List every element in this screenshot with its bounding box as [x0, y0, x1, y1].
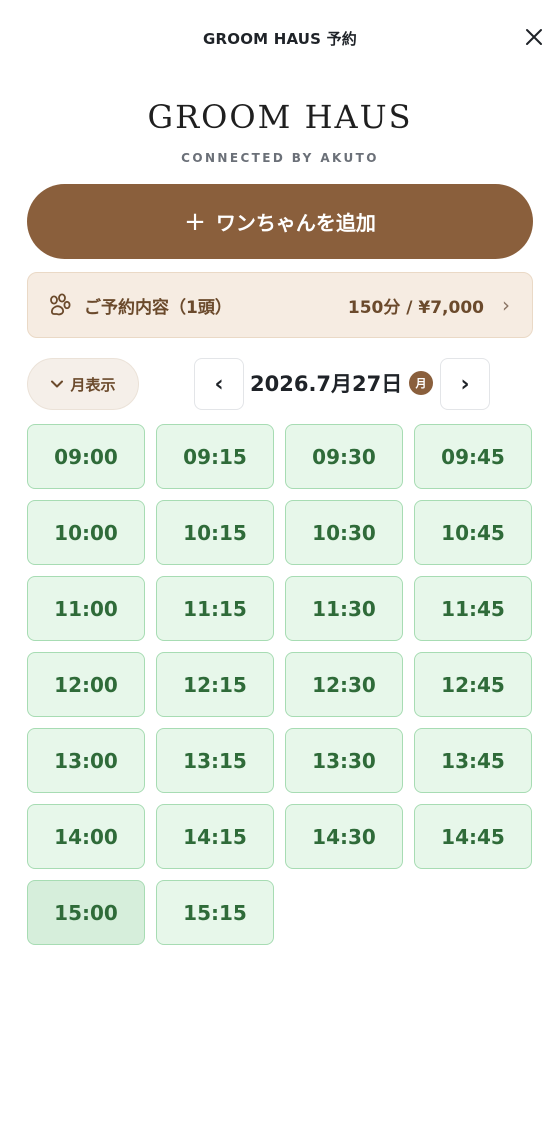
time-slot-button[interactable]: 14:15 [156, 804, 274, 869]
paw-icon [50, 293, 71, 316]
prev-day-button[interactable]: ‹ [194, 358, 244, 410]
time-slot-button[interactable]: 09:15 [156, 424, 274, 489]
summary-value: 150分 / ¥7,000 [347, 297, 484, 318]
selected-date: 2026.7月27日 [250, 372, 403, 396]
time-slot-button[interactable]: 12:00 [27, 652, 145, 717]
time-slot-button[interactable]: 12:30 [285, 652, 403, 717]
time-slot-button[interactable]: 10:45 [414, 500, 532, 565]
time-slot-button[interactable]: 14:45 [414, 804, 532, 869]
time-slot-button[interactable]: 11:15 [156, 576, 274, 641]
time-slot-button[interactable]: 13:00 [27, 728, 145, 793]
close-button[interactable] [522, 25, 546, 49]
time-slot-button[interactable]: 10:30 [285, 500, 403, 565]
time-slot-button[interactable]: 09:30 [285, 424, 403, 489]
time-slot-button[interactable]: 13:30 [285, 728, 403, 793]
close-icon[interactable] [522, 25, 546, 49]
month-view-button[interactable]: 月表示 [27, 358, 139, 410]
time-slot-button[interactable]: 09:00 [27, 424, 145, 489]
weekday-badge: 月 [409, 371, 433, 395]
plus-icon: + [184, 206, 206, 237]
chevron-right-icon: › [460, 371, 470, 397]
time-slot-button[interactable]: 09:45 [414, 424, 532, 489]
next-day-button[interactable]: › [440, 358, 490, 410]
add-dog-button[interactable]: + ワンちゃんを追加 [27, 184, 533, 259]
add-dog-label: ワンちゃんを追加 [215, 211, 376, 235]
time-slot-button[interactable]: 14:30 [285, 804, 403, 869]
chevron-down-icon [51, 380, 64, 388]
month-view-label: 月表示 [70, 375, 116, 394]
chevron-right-icon: › [502, 293, 510, 317]
time-slot-button[interactable]: 14:00 [27, 804, 145, 869]
booking-summary[interactable]: ご予約内容（1頭） 150分 / ¥7,000 › [27, 272, 533, 338]
time-slot-button[interactable]: 15:00 [27, 880, 145, 945]
brand-logo: GROOM HAUS [147, 98, 413, 136]
time-slot-button[interactable]: 11:45 [414, 576, 532, 641]
brand-tagline: CONNECTED BY AKUTO [181, 151, 379, 165]
chevron-left-icon: ‹ [214, 371, 224, 397]
time-slot-grid: 09:00 09:15 09:30 09:45 10:00 10:15 10:30 10:45… [27, 424, 533, 945]
summary-label: ご予約内容（1頭） [84, 297, 232, 318]
time-slot-button[interactable]: 12:15 [156, 652, 274, 717]
time-slot-button[interactable]: 11:30 [285, 576, 403, 641]
time-slot-button[interactable]: 11:00 [27, 576, 145, 641]
time-slot-button[interactable]: 13:45 [414, 728, 532, 793]
time-slot-button[interactable]: 15:15 [156, 880, 274, 945]
time-slot-button[interactable]: 10:00 [27, 500, 145, 565]
time-slot-button[interactable]: 12:45 [414, 652, 532, 717]
time-slot-button[interactable]: 10:15 [156, 500, 274, 565]
time-slot-button[interactable]: 13:15 [156, 728, 274, 793]
top-bar: GROOM HAUS 予約 [0, 0, 560, 76]
page-title: GROOM HAUS 予約 [202, 30, 358, 48]
